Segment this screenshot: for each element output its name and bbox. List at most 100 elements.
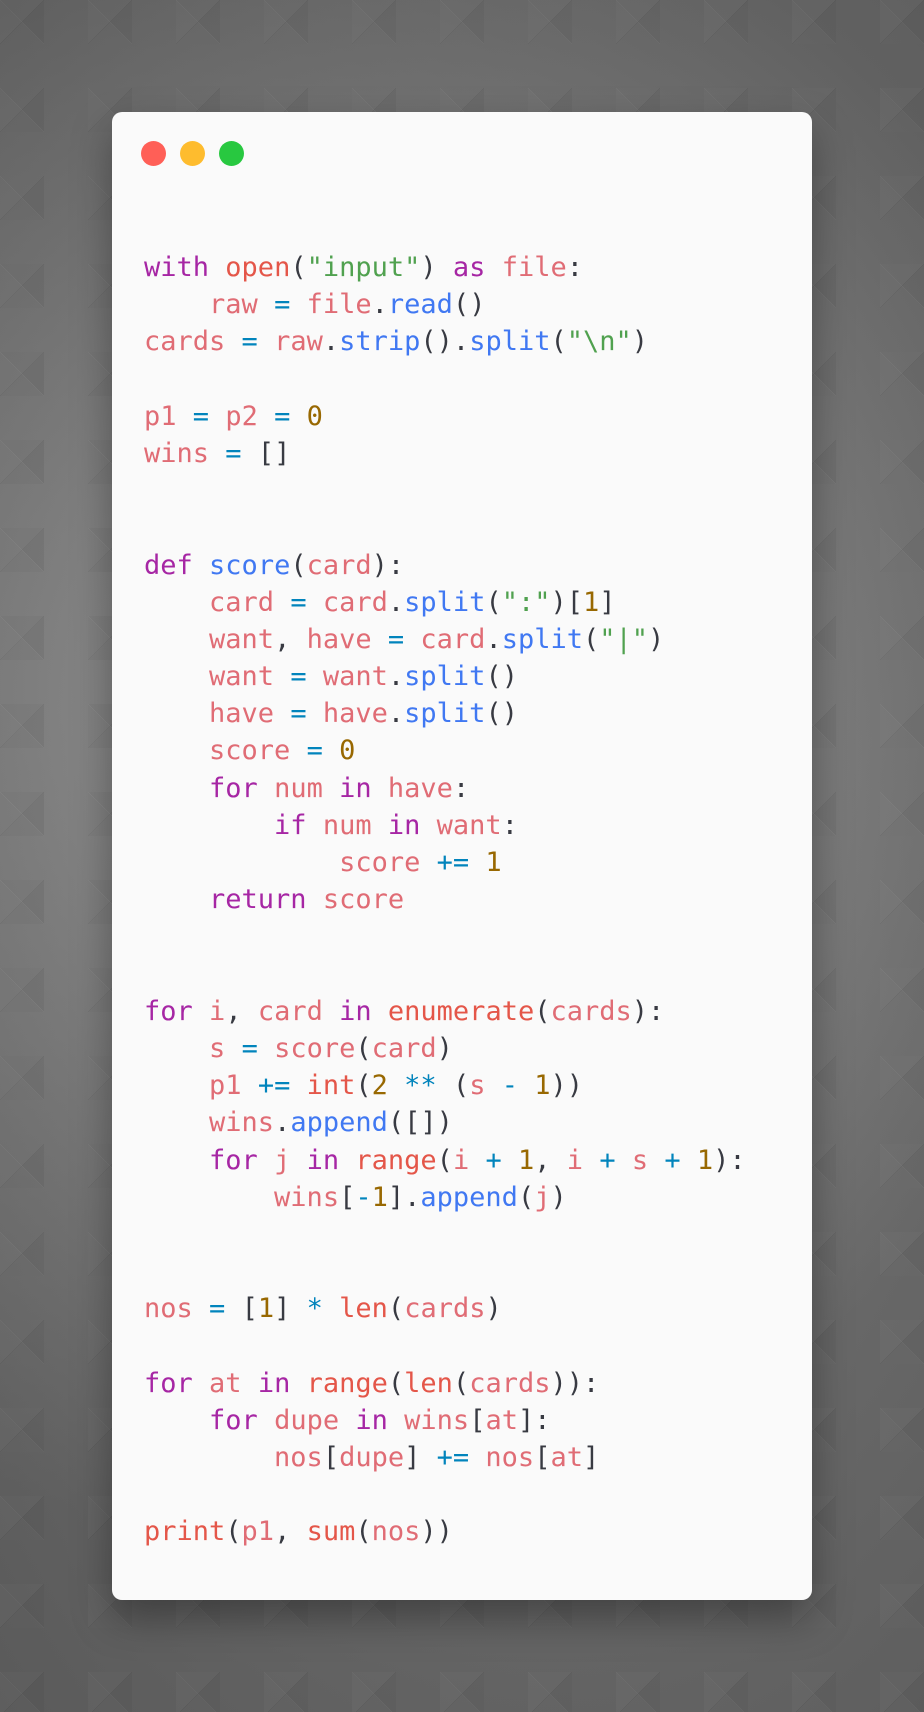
close-button[interactable]: [141, 141, 166, 166]
code-token: )[: [550, 586, 583, 618]
code-token: [: [469, 1404, 486, 1436]
code-token: cards: [144, 326, 226, 358]
code-token: =: [290, 661, 307, 693]
code-token: num: [322, 809, 372, 841]
code-token: ):: [631, 995, 665, 1027]
code-token: at: [550, 1442, 583, 1473]
code-token: ().: [420, 326, 470, 358]
code-token: score: [209, 549, 291, 581]
code-token: have: [306, 623, 372, 655]
code-token: +=: [257, 1070, 291, 1102]
code-token: i: [452, 1144, 470, 1176]
code-token: j: [534, 1181, 551, 1213]
code-line: have = have.split(): [144, 695, 746, 732]
code-line: wins.append([]): [144, 1104, 746, 1141]
code-token: ):: [371, 549, 405, 581]
code-token: range: [355, 1144, 437, 1176]
code-token: p2: [225, 400, 258, 432]
code-token: [: [322, 1442, 340, 1473]
code-token: 1: [583, 586, 600, 618]
code-token: range: [306, 1367, 388, 1399]
code-token: split: [404, 661, 486, 693]
code-line: if num in want:: [144, 807, 746, 844]
code-token: num: [274, 772, 323, 804]
maximize-button[interactable]: [219, 141, 244, 166]
code-token: ([]): [387, 1107, 453, 1139]
code-token: nos: [274, 1442, 323, 1473]
code-token: (: [387, 1367, 405, 1399]
code-token: file: [306, 289, 372, 321]
code-line: print(p1, sum(nos)): [144, 1513, 746, 1550]
code-line: s = score(card): [144, 1030, 746, 1067]
code-token: s: [209, 1032, 226, 1064]
code-token: *: [306, 1293, 323, 1325]
code-line: for j in range(i + 1, i + s + 1):: [144, 1142, 746, 1179]
code-line: for at in range(len(cards)):: [144, 1365, 746, 1402]
code-token: def: [144, 549, 193, 581]
code-token: =: [274, 400, 291, 432]
code-line: def score(card):: [144, 547, 746, 584]
code-token: (: [517, 1181, 535, 1213]
code-token: ,: [274, 1516, 307, 1548]
code-token: =: [274, 289, 291, 321]
code-block: with open("input") as file: raw = file.r…: [144, 249, 746, 1551]
code-token: (: [582, 623, 600, 655]
code-token: score: [274, 1032, 356, 1064]
code-token: ]: [582, 1442, 600, 1473]
code-token: (: [387, 1293, 405, 1325]
code-token: s: [469, 1070, 486, 1102]
code-token: (: [436, 1144, 453, 1176]
code-token: have: [387, 772, 453, 804]
code-token: :: [583, 1367, 600, 1399]
code-token: in: [339, 995, 372, 1027]
code-token: :: [452, 772, 470, 804]
code-token: (): [452, 289, 486, 321]
code-token: return: [209, 884, 307, 916]
code-token: ): [648, 623, 665, 655]
code-token: :: [501, 809, 518, 841]
minimize-button[interactable]: [180, 141, 205, 166]
code-token: "|": [599, 623, 649, 655]
code-token: with: [144, 252, 210, 283]
code-line: p1 += int(2 ** (s - 1)): [144, 1067, 746, 1104]
code-token: (: [550, 326, 567, 358]
code-token: ,: [274, 623, 307, 655]
code-token: )): [550, 1367, 583, 1399]
code-token: have: [209, 698, 275, 730]
code-token: =: [387, 623, 405, 655]
code-token: )): [420, 1516, 453, 1548]
code-token: =: [290, 586, 307, 618]
code-token: +: [664, 1144, 681, 1176]
code-token: (: [534, 995, 551, 1027]
